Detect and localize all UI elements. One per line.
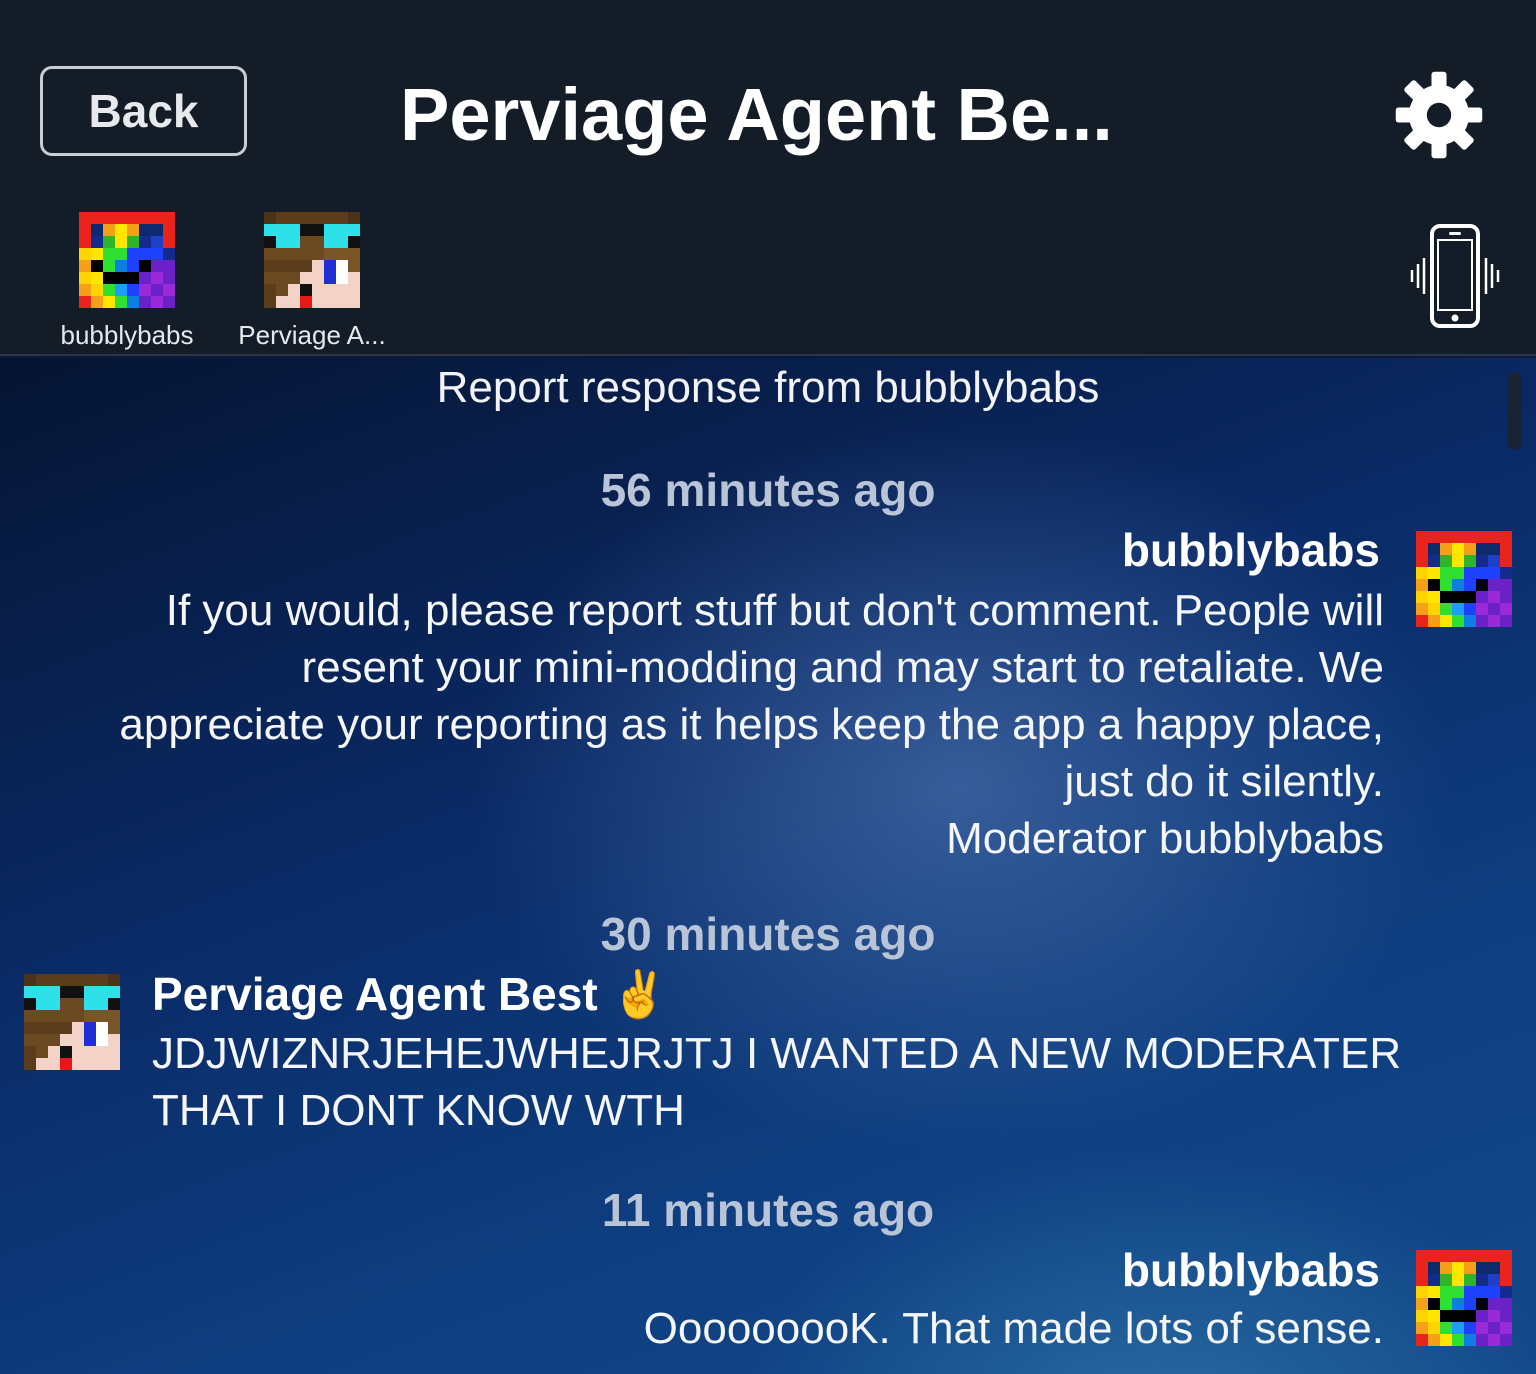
timestamp: 30 minutes ago bbox=[600, 908, 936, 960]
timestamp: 56 minutes ago bbox=[600, 464, 936, 516]
message-body: OoooooooK. That made lots of sense. bbox=[184, 1300, 1384, 1357]
sunglasses-pixel-avatar[interactable] bbox=[24, 974, 120, 1070]
conversation-title: Perviage Agent Be... bbox=[400, 73, 1113, 156]
message-line: If you would, please report stuff but do… bbox=[165, 586, 1384, 635]
message-body: If you would, please report stuff but do… bbox=[24, 582, 1384, 867]
rainbow-pixel-avatar bbox=[79, 212, 175, 308]
chat-area[interactable]: Report response from bubblybabs 56 minut… bbox=[0, 358, 1536, 1374]
sunglasses-pixel-avatar bbox=[264, 212, 360, 308]
message-line: OoooooooK. That made lots of sense. bbox=[643, 1304, 1384, 1353]
member-bubblybabs[interactable]: bubblybabs bbox=[42, 212, 212, 351]
message-line: JDJWIZNRJEHEJWHEJRJTJ I WANTED A NEW MOD… bbox=[152, 1029, 1402, 1078]
rainbow-pixel-avatar[interactable] bbox=[1416, 531, 1512, 627]
member-name: Perviage A... bbox=[238, 320, 386, 350]
rainbow-pixel-avatar[interactable] bbox=[1416, 1250, 1512, 1346]
top-bar: Back Perviage Agent Be... bubblybabs Per… bbox=[0, 0, 1536, 356]
sender-name: bubblybabs bbox=[1121, 524, 1380, 576]
message-line: THAT I DONT KNOW WTH bbox=[152, 1086, 685, 1135]
message-line: just do it silently. bbox=[1064, 757, 1384, 806]
member-perviage[interactable]: Perviage A... bbox=[227, 212, 397, 351]
message-body: JDJWIZNRJEHEJWHEJRJTJ I WANTED A NEW MOD… bbox=[152, 1025, 1492, 1139]
back-button[interactable]: Back bbox=[40, 66, 247, 156]
timestamp: 11 minutes ago bbox=[601, 1184, 935, 1236]
message-line: resent your mini-modding and may start t… bbox=[301, 643, 1384, 692]
sender-name: Perviage Agent Best ✌️ bbox=[152, 968, 668, 1020]
member-name: bubblybabs bbox=[60, 320, 194, 350]
report-title: Report response from bubblybabs bbox=[436, 363, 1100, 412]
message-line: appreciate your reporting as it helps ke… bbox=[119, 700, 1384, 749]
message-line: Moderator bubblybabs bbox=[946, 814, 1384, 863]
gear-icon[interactable] bbox=[1392, 68, 1486, 162]
sender-name: bubblybabs bbox=[1121, 1244, 1380, 1296]
phone-vibrate-icon[interactable] bbox=[1408, 222, 1502, 330]
